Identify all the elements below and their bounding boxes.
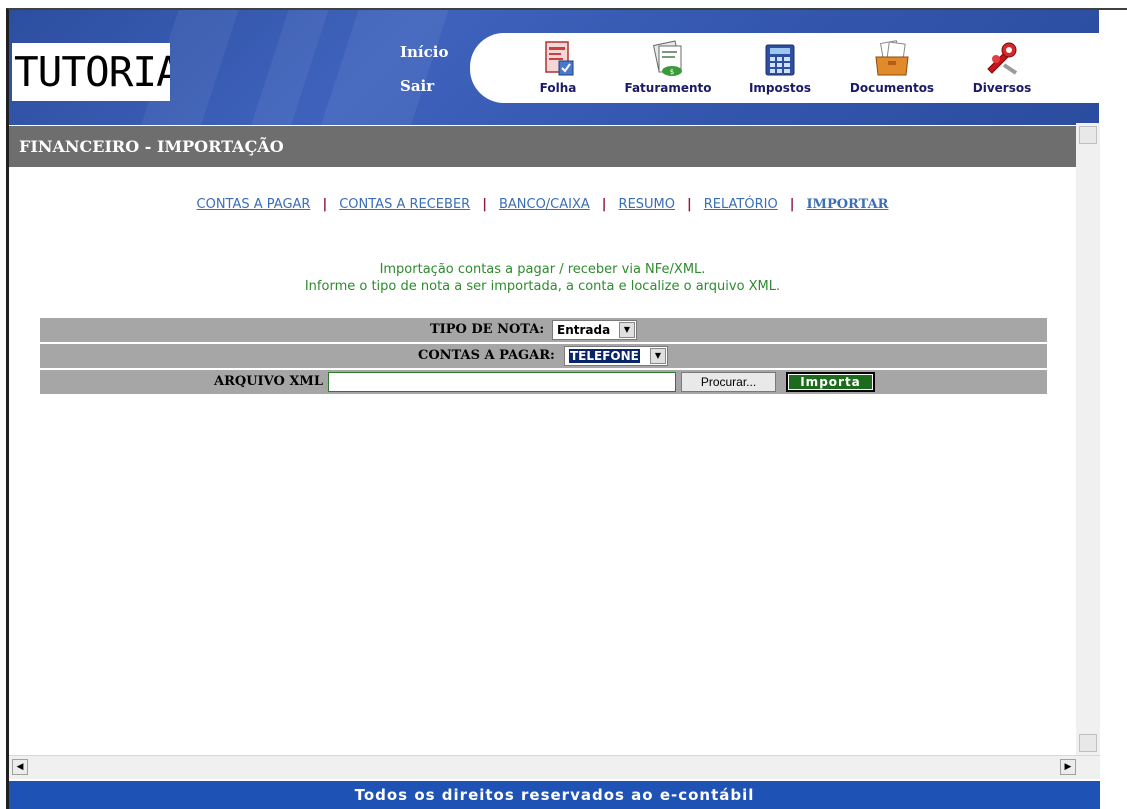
contas-a-pagar-select[interactable]: TELEFONE ▼ (564, 346, 668, 366)
subnav-importar[interactable]: IMPORTAR (806, 197, 888, 212)
scroll-left-button[interactable]: ◀ (12, 759, 28, 775)
subnav-separator: | (687, 197, 692, 212)
payroll-icon (538, 39, 578, 79)
scroll-up-button[interactable] (1079, 126, 1097, 144)
scroll-down-button[interactable] (1079, 734, 1097, 752)
subnav-banco-caixa[interactable]: BANCO/CAIXA (499, 197, 590, 212)
subnav-relatorio[interactable]: RELATÓRIO (704, 197, 778, 212)
instruction-line: Importação contas a pagar / receber via … (379, 262, 706, 277)
module-documentos[interactable]: Documentos (842, 33, 942, 103)
tools-icon (982, 39, 1022, 79)
header-decoration (316, 10, 452, 125)
subnav-separator: | (601, 197, 607, 212)
documents-icon (872, 39, 912, 79)
module-impostos[interactable]: Impostos (740, 33, 820, 103)
tipo-nota-value: Entrada (557, 323, 611, 337)
module-label: Folha (539, 81, 577, 95)
arquivo-xml-input[interactable] (328, 372, 676, 392)
module-toolbar: Folha $ Faturamento Impostos Documentos … (470, 33, 1099, 103)
horizontal-scrollbar[interactable]: ◀ ▶ (9, 755, 1100, 779)
browser-frame: TUTORIAL Início Sair Folha (0, 0, 1127, 809)
vertical-scrollbar[interactable] (1076, 123, 1100, 755)
page-title-bar: FINANCEIRO - IMPORTAÇÃO (9, 126, 1076, 167)
instruction-line: Informe o tipo de nota a ser importada, … (304, 279, 781, 294)
contas-a-pagar-label: CONTAS A PAGAR: (418, 348, 555, 363)
subnav-contas-a-pagar[interactable]: CONTAS A PAGAR (197, 197, 311, 212)
module-label: Documentos (849, 81, 935, 95)
main-content: CONTAS A PAGAR | CONTAS A RECEBER | BANCO/CA… (9, 167, 1076, 755)
site-footer: Todos os direitos reservados ao e-contáb… (9, 781, 1100, 809)
module-label: Diversos (972, 81, 1032, 95)
nav-inicio-link[interactable]: Início (400, 43, 448, 61)
dropdown-arrow-icon: ▼ (619, 322, 635, 338)
header-decoration (246, 10, 332, 125)
frame-border-line (1100, 8, 1127, 10)
module-faturamento[interactable]: $ Faturamento (618, 33, 718, 103)
dropdown-arrow-icon: ▼ (650, 348, 666, 364)
subnav-separator: | (482, 197, 487, 212)
form-row-contas-a-pagar: CONTAS A PAGAR: TELEFONE ▼ (40, 344, 1047, 368)
tipo-nota-select[interactable]: Entrada ▼ (552, 320, 637, 340)
subnav-contas-a-receber[interactable]: CONTAS A RECEBER (339, 197, 470, 212)
import-button[interactable]: Importa (786, 372, 875, 392)
nav-sair-link[interactable]: Sair (400, 77, 434, 95)
subnav-resumo[interactable]: RESUMO (619, 197, 675, 212)
module-label: Impostos (748, 81, 812, 95)
tipo-nota-label: TIPO DE NOTA: (430, 322, 545, 337)
site-logo[interactable]: TUTORIAL (12, 43, 170, 101)
scroll-right-button[interactable]: ▶ (1060, 759, 1076, 775)
form-row-arquivo-xml: ARQUIVO XML Procurar... Importa (40, 370, 1047, 394)
import-instructions: Importação contas a pagar / receber via … (9, 261, 1076, 295)
copyright-text: Todos os direitos reservados ao e-contáb… (354, 786, 755, 804)
subnav-separator: | (322, 197, 328, 212)
site-header: TUTORIAL Início Sair Folha (9, 10, 1099, 125)
contas-a-pagar-value: TELEFONE (569, 349, 640, 363)
module-label: Faturamento (624, 81, 712, 95)
calculator-icon (760, 39, 800, 79)
browse-button[interactable]: Procurar... (681, 372, 776, 392)
form-row-tipo-nota: TIPO DE NOTA: Entrada ▼ (40, 318, 1047, 342)
svg-text:$: $ (670, 68, 674, 76)
page-title: FINANCEIRO - IMPORTAÇÃO (19, 137, 284, 156)
subnav-separator: | (789, 197, 795, 212)
module-folha[interactable]: Folha (528, 33, 588, 103)
module-diversos[interactable]: Diversos (962, 33, 1042, 103)
billing-icon: $ (648, 39, 688, 79)
financeiro-subnav: CONTAS A PAGAR | CONTAS A RECEBER | BANCO/CA… (9, 197, 1076, 212)
arquivo-xml-label: ARQUIVO XML (214, 374, 323, 389)
